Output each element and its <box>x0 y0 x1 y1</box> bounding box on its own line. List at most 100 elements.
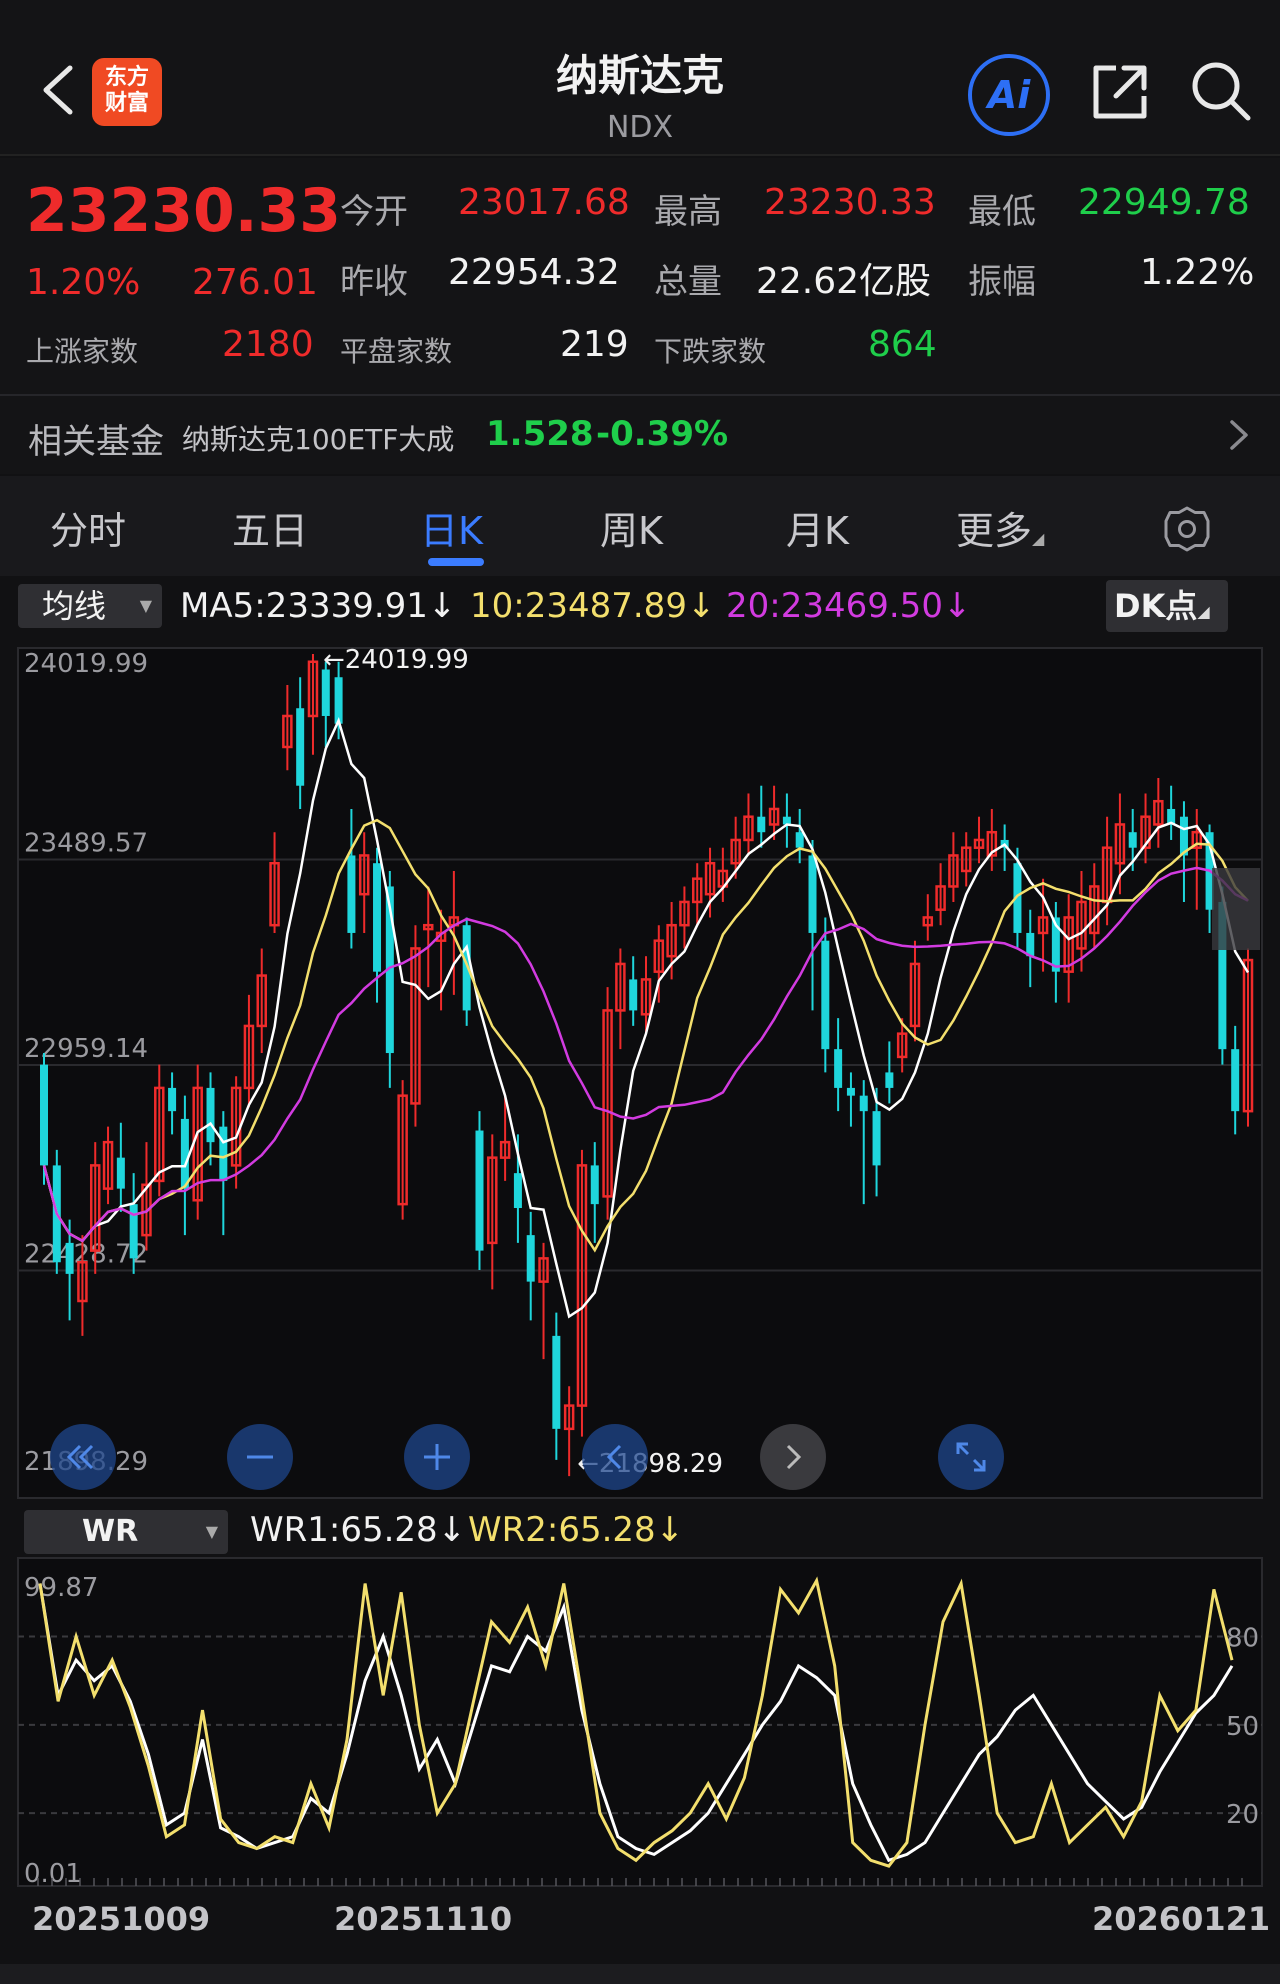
ai-assistant-button[interactable]: Ai <box>968 54 1050 136</box>
search-icon[interactable] <box>1188 58 1254 124</box>
y-axis-label: 0.01 <box>24 1859 82 1889</box>
last-price: 23230.33 <box>26 176 342 246</box>
y-axis-label: 20 <box>1226 1800 1259 1830</box>
tab-weekly-k[interactable]: 周K <box>600 500 663 555</box>
dropdown-corner-icon: ◢ <box>1032 529 1045 548</box>
candle-body <box>513 1173 522 1209</box>
ma-legend-row: 均线 ▼ MA5:23339.91↓ 10:23487.89↓ 20:23469.… <box>0 580 1280 636</box>
wr-legend-row: WR ▼ WR1:65.28↓ WR2:65.28↓ <box>0 1506 1280 1556</box>
x-axis-label: 20251110 <box>334 1900 513 1938</box>
open-label: 今开 <box>340 192 408 232</box>
fund-change: -0.39% <box>596 414 729 454</box>
candle-body <box>808 855 817 933</box>
wr-indicator-chart[interactable]: 80 50 20 99.87 0.01 <box>0 1556 1280 1896</box>
candle-body <box>219 1126 228 1181</box>
down-count: 864 <box>868 324 937 365</box>
candle-body <box>65 1242 74 1274</box>
up-count-label: 上涨家数 <box>26 335 139 368</box>
y-axis-label: 24019.99 <box>24 649 148 679</box>
scroll-left-button[interactable] <box>582 1424 648 1490</box>
related-fund-row[interactable]: 相关基金 纳斯达克100ETF大成 1.528 -0.39% <box>0 394 1280 474</box>
low-value: 22949.78 <box>1078 182 1250 223</box>
active-tab-indicator <box>428 558 484 566</box>
candle-body <box>526 1235 535 1282</box>
dk-point-button[interactable]: DK点◢ <box>1106 580 1228 632</box>
candlestick-chart[interactable]: 24019.9923489.5722959.1422428.7221898.29… <box>0 636 1280 1504</box>
candle-body <box>1128 832 1137 848</box>
wr2-value: WR2:65.28↓ <box>468 1510 685 1550</box>
tab-daily-k[interactable]: 日K <box>420 500 483 555</box>
bottom-bar <box>0 1964 1280 1984</box>
change-percent: 1.20% <box>26 262 141 303</box>
chevron-left-icon <box>606 1444 622 1470</box>
gear-icon[interactable] <box>1162 504 1212 554</box>
candle-body <box>296 708 305 786</box>
scroll-right-button[interactable] <box>760 1424 826 1490</box>
y-axis-label: 80 <box>1226 1623 1259 1653</box>
y-axis-label: 22959.14 <box>24 1034 148 1064</box>
minus-icon <box>247 1455 273 1459</box>
y-axis-label: 50 <box>1226 1712 1259 1742</box>
fullscreen-button[interactable] <box>938 1424 1004 1490</box>
high-value: 23230.33 <box>764 182 936 223</box>
zoom-in-button[interactable] <box>404 1424 470 1490</box>
y-axis-label: 23489.57 <box>24 828 148 858</box>
tab-intraday[interactable]: 分时 <box>50 500 126 555</box>
prev-close-value: 22954.32 <box>448 252 620 293</box>
volume-value: 22.62亿股 <box>756 261 932 302</box>
fund-name: 纳斯达克100ETF大成 <box>182 423 455 456</box>
plot-frame <box>17 647 1263 1499</box>
crosshair-tag <box>1212 868 1260 950</box>
flat-count: 219 <box>560 324 629 365</box>
share-icon[interactable] <box>1088 60 1152 124</box>
chevron-right-icon <box>1230 420 1248 450</box>
fund-price: 1.528 <box>486 414 594 454</box>
indicator-selector-wr[interactable]: WR ▼ <box>24 1510 228 1554</box>
wr1-value: WR1:65.28↓ <box>250 1510 467 1550</box>
period-tabs: 分时 五日 日K 周K 月K 更多◢ <box>0 476 1280 576</box>
candle-body <box>1231 1049 1240 1112</box>
candle-body <box>347 855 356 933</box>
dropdown-corner-icon: ◢ <box>1197 602 1210 621</box>
amplitude-value: 1.22% <box>1140 252 1255 293</box>
down-count-label: 下跌家数 <box>654 335 767 368</box>
candle-body <box>116 1157 125 1189</box>
candle-body <box>629 979 638 1011</box>
candle-body <box>885 1072 894 1088</box>
candle-body <box>872 1111 881 1166</box>
volume-label: 总量 <box>654 262 722 302</box>
candle-body <box>168 1087 177 1112</box>
flat-count-label: 平盘家数 <box>340 335 453 368</box>
candle-body <box>321 669 330 716</box>
chevron-right-icon <box>786 1444 802 1470</box>
tab-more[interactable]: 更多◢ <box>956 500 1044 555</box>
candle-body <box>462 925 471 1011</box>
ma10-value: 10:23487.89↓ <box>470 586 716 626</box>
ma5-value: MA5:23339.91↓ <box>180 586 457 626</box>
scroll-to-start-button[interactable] <box>50 1424 116 1490</box>
ma20-value: 20:23469.50↓ <box>726 586 972 626</box>
dropdown-triangle-icon: ▼ <box>205 1522 218 1541</box>
x-axis-label: 20260121 <box>1092 1900 1271 1938</box>
open-value: 23017.68 <box>458 182 630 223</box>
indicator-selector-ma[interactable]: 均线 ▼ <box>18 584 162 628</box>
tab-monthly-k[interactable]: 月K <box>786 500 849 555</box>
prev-close-label: 昨收 <box>340 262 408 302</box>
candle-body <box>180 1118 189 1189</box>
candle-body <box>795 832 804 848</box>
top-header: 东方 财富 纳斯达克 NDX Ai <box>0 0 1280 156</box>
double-chevron-left-icon <box>66 1444 94 1470</box>
fund-label: 相关基金 <box>28 422 164 462</box>
tab-five-day[interactable]: 五日 <box>232 500 308 555</box>
candle-body <box>475 1130 484 1251</box>
up-count: 2180 <box>222 324 314 365</box>
y-axis-label: 99.87 <box>24 1573 98 1603</box>
candle-body <box>552 1335 561 1429</box>
candle-body <box>590 1165 599 1205</box>
zoom-out-button[interactable] <box>227 1424 293 1490</box>
amplitude-label: 振幅 <box>968 262 1036 302</box>
candle-body <box>40 1064 48 1166</box>
high-annotation: ←24019.99 <box>323 645 469 675</box>
candle-body <box>206 1087 215 1143</box>
quote-panel: 23230.33 1.20% 276.01 上涨家数 2180 今开 23017… <box>0 158 1280 474</box>
